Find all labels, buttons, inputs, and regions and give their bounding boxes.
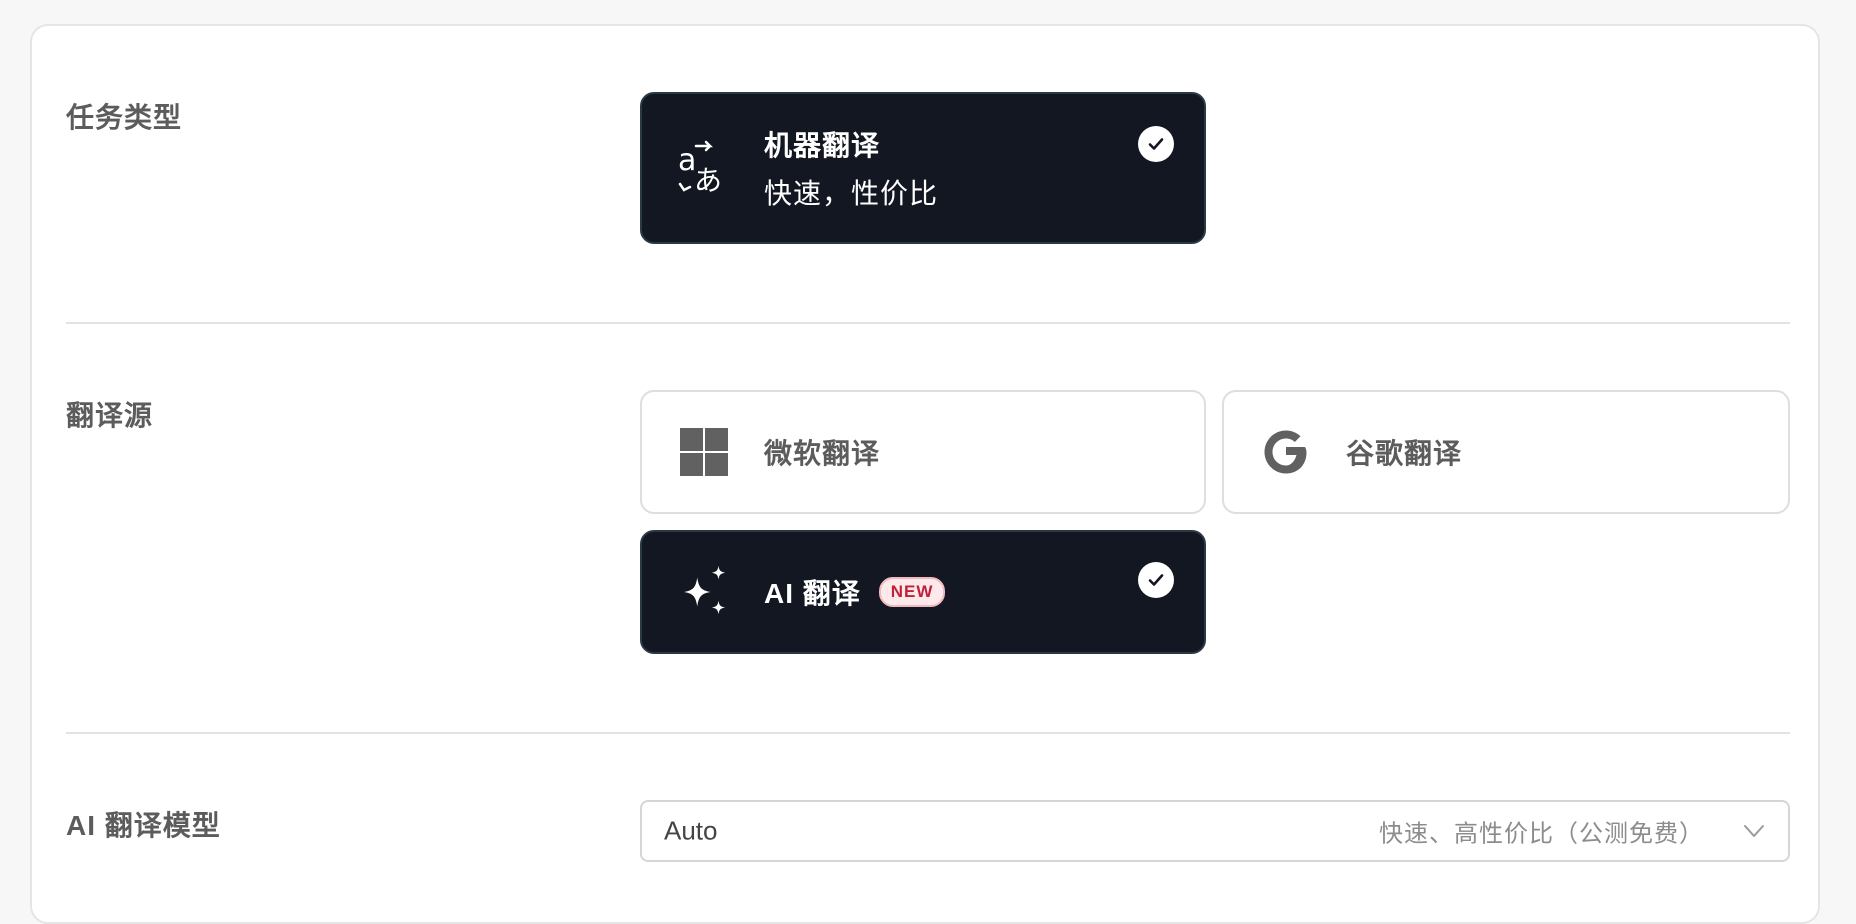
ai-translate-card[interactable]: AI 翻译 NEW	[640, 530, 1206, 654]
section-divider	[66, 322, 1790, 324]
sparkle-icon	[676, 564, 732, 620]
ai-model-select[interactable]: Auto 快速、高性价比（公测免费）	[640, 800, 1790, 862]
chevron-down-icon	[1742, 819, 1766, 843]
microsoft-translate-card[interactable]: 微软翻译	[640, 390, 1206, 514]
ai-translate-title: AI 翻译 NEW	[764, 572, 946, 612]
ai-model-select-hint: 快速、高性价比（公测免费）	[1379, 820, 1704, 848]
machine-translation-text: 机器翻译 快速，性价比	[764, 124, 938, 212]
task-type-label: 任务类型	[66, 102, 183, 133]
section-divider	[66, 732, 1790, 734]
machine-translation-card[interactable]: a あ 机器翻译 快速，性价比	[640, 92, 1206, 244]
ai-model-label: AI 翻译模型	[66, 810, 221, 841]
google-translate-text: 谷歌翻译	[1346, 432, 1462, 472]
microsoft-icon	[676, 424, 732, 480]
translate-icon: a あ	[676, 140, 732, 196]
machine-translation-subtitle: 快速，性价比	[764, 178, 939, 209]
svg-text:あ: あ	[694, 164, 722, 196]
new-badge: NEW	[878, 577, 946, 607]
ai-translate-title-label: AI 翻译	[764, 578, 861, 609]
google-icon	[1258, 424, 1314, 480]
settings-panel: 任务类型 a あ 机器翻译 快速，性价比 翻译源 微软翻译 谷歌翻译 AI 翻译…	[30, 24, 1820, 924]
google-translate-title: 谷歌翻译	[1346, 438, 1463, 469]
microsoft-translate-title: 微软翻译	[764, 438, 881, 469]
microsoft-translate-text: 微软翻译	[764, 432, 880, 472]
machine-translation-title: 机器翻译	[764, 130, 881, 161]
google-translate-card[interactable]: 谷歌翻译	[1222, 390, 1790, 514]
ai-translate-text: AI 翻译 NEW	[764, 572, 946, 612]
check-icon	[1138, 126, 1174, 162]
ai-model-select-value: Auto	[664, 815, 718, 846]
source-label: 翻译源	[66, 400, 154, 431]
check-icon	[1138, 562, 1174, 598]
